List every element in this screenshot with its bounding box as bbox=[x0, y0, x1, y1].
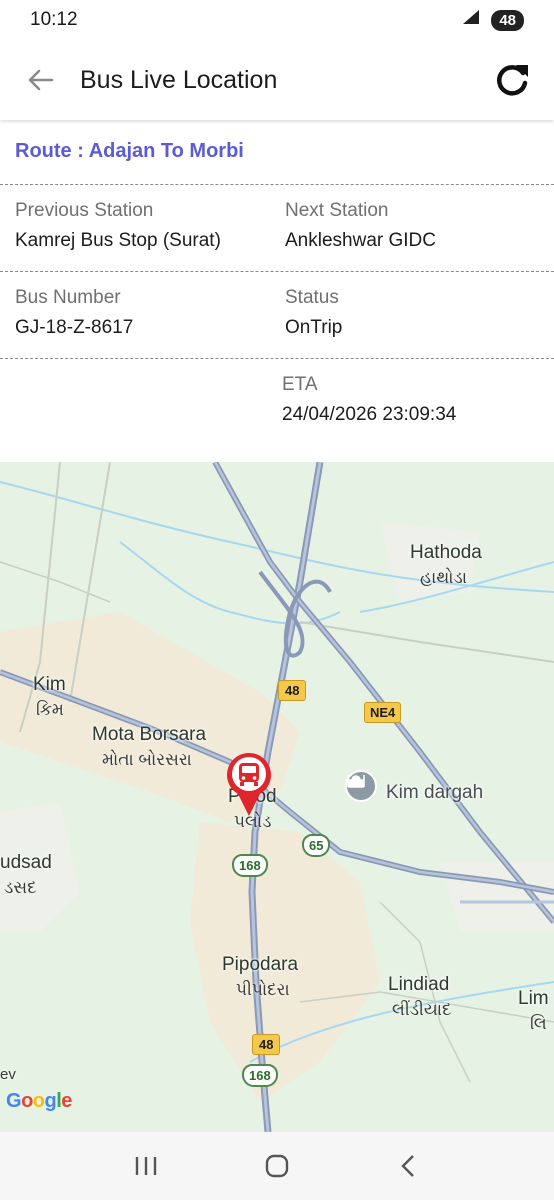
map-label-pipodara: Pipodara bbox=[222, 954, 299, 975]
bus-status: Status OnTrip bbox=[285, 287, 342, 339]
eta-label: ETA bbox=[282, 374, 318, 395]
home-icon bbox=[265, 1154, 289, 1178]
divider bbox=[0, 358, 554, 359]
sh65-shield: 65 bbox=[302, 834, 331, 857]
status-bar: 10:12 48 bbox=[0, 0, 554, 40]
next-station: Next Station Ankleshwar GIDC bbox=[285, 200, 436, 252]
recent-apps-button[interactable] bbox=[116, 1136, 176, 1196]
back-button[interactable] bbox=[0, 40, 80, 120]
map-label-pipodara-gu: પીપોદરા bbox=[236, 980, 290, 999]
route-text: Route : Adajan To Morbi bbox=[15, 140, 244, 162]
divider bbox=[0, 271, 554, 272]
map-label-ev: ev bbox=[0, 1066, 16, 1083]
status-value: OnTrip bbox=[285, 317, 343, 338]
recent-apps-icon bbox=[135, 1157, 156, 1175]
map-label-udsad: udsad bbox=[0, 852, 52, 873]
refresh-icon bbox=[497, 65, 528, 96]
map-label-kim: Kim bbox=[33, 674, 66, 695]
divider bbox=[0, 184, 554, 185]
bus-marker-icon bbox=[227, 752, 271, 816]
sh168-shield-top: 168 bbox=[232, 854, 268, 877]
map-label-mota-borsara: Mota Borsara bbox=[92, 724, 207, 745]
app-header: Bus Live Location bbox=[0, 40, 554, 120]
ne4-shield: NE4 bbox=[364, 702, 402, 723]
map-label-udsad-gu: ડસદ bbox=[4, 878, 37, 897]
eta-value: 24/04/2026 23:09:34 bbox=[282, 404, 457, 425]
status-time: 10:12 bbox=[30, 9, 78, 30]
previous-station-label: Previous Station bbox=[15, 200, 154, 221]
bus-live-location-screen: 10:12 48 Bus Live Location Route : Adaja… bbox=[0, 0, 554, 1200]
map-label-hathoda-gu: હાથોડા bbox=[420, 568, 468, 587]
back-arrow-icon bbox=[28, 69, 54, 91]
nh48-shield-bottom: 48 bbox=[252, 1034, 281, 1055]
next-station-label: Next Station bbox=[285, 200, 389, 221]
chevron-left-icon bbox=[401, 1155, 415, 1177]
status-icons: 48 bbox=[461, 8, 524, 32]
map-label-hathoda: Hathoda bbox=[410, 542, 482, 563]
map-label-lim: Lim bbox=[518, 988, 549, 1009]
bus-location-marker[interactable] bbox=[224, 748, 274, 818]
eta-info: ETA 24/04/2026 23:09:34 bbox=[0, 360, 554, 446]
google-logo: Google bbox=[6, 1090, 72, 1112]
next-station-value: Ankleshwar GIDC bbox=[285, 230, 436, 251]
page-title: Bus Live Location bbox=[80, 65, 278, 94]
map-label-lindiad-gu: લીંડીયાદ bbox=[392, 1000, 452, 1019]
nh48-shield: 48 bbox=[278, 680, 307, 701]
kim-dargah-pin[interactable] bbox=[345, 770, 377, 802]
bus-info: Bus Number GJ-18-Z-8617 Status OnTrip bbox=[0, 273, 554, 359]
map-label-lindiad: Lindiad bbox=[388, 974, 450, 995]
refresh-button[interactable] bbox=[484, 52, 540, 108]
map-label-mota-borsara-gu: મોતા બોરસરા bbox=[102, 750, 192, 769]
battery-indicator: 48 bbox=[491, 9, 524, 31]
bus-number: Bus Number GJ-18-Z-8617 bbox=[15, 287, 133, 339]
home-button[interactable] bbox=[247, 1136, 307, 1196]
status-label: Status bbox=[285, 287, 339, 308]
sh168-shield-bottom: 168 bbox=[242, 1064, 278, 1087]
station-info: Previous Station Kamrej Bus Stop (Surat)… bbox=[0, 186, 554, 272]
map-label-kim-dargah: Kim dargah bbox=[386, 782, 484, 803]
system-back-button[interactable] bbox=[378, 1136, 438, 1196]
eta: ETA 24/04/2026 23:09:34 bbox=[282, 374, 456, 426]
signal-icon bbox=[461, 8, 481, 32]
live-map[interactable]: Hathoda હાથોડા Kim કિમ Mota Borsara મોતા… bbox=[0, 462, 554, 1132]
map-label-kim-gu: કિમ bbox=[36, 700, 64, 719]
previous-station-value: Kamrej Bus Stop (Surat) bbox=[15, 230, 221, 251]
route-row: Route : Adajan To Morbi bbox=[0, 120, 554, 184]
previous-station: Previous Station Kamrej Bus Stop (Surat) bbox=[15, 200, 221, 252]
bus-number-value: GJ-18-Z-8617 bbox=[15, 317, 134, 338]
map-label-lim-gu: લિ bbox=[530, 1014, 547, 1033]
bus-number-label: Bus Number bbox=[15, 287, 121, 308]
system-nav-bar bbox=[0, 1132, 554, 1200]
mosque-icon bbox=[347, 775, 365, 788]
